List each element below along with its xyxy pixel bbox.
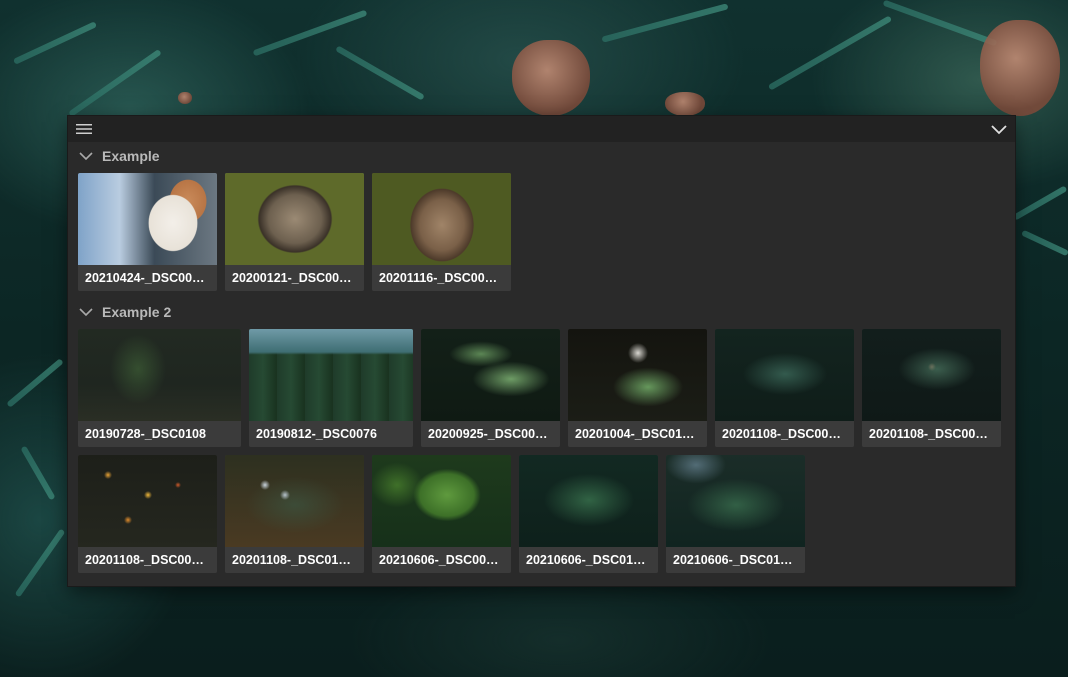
chevron-down-icon xyxy=(79,308,93,317)
wallpaper-pinecone xyxy=(665,92,705,116)
thumbnail-item[interactable]: 20200121-_DSC00… xyxy=(225,173,364,291)
thumbnail-item[interactable]: 20201116-_DSC00… xyxy=(372,173,511,291)
thumbnail-item[interactable]: 20201004-_DSC01… xyxy=(568,329,707,447)
thumbnail-item[interactable]: 20201108-_DSC00… xyxy=(862,329,1001,447)
thumbnail-image xyxy=(78,173,217,265)
wallpaper-needle xyxy=(12,21,98,65)
thumbnail-image xyxy=(249,329,413,421)
section-example: Example 20210424-_DSC00… 20200121-_DSC00… xyxy=(68,142,1015,292)
thumbnail-item[interactable]: 20201108-_DSC01… xyxy=(225,455,364,573)
thumbnail-item[interactable]: 20210606-_DSC01… xyxy=(666,455,805,573)
thumbnail-caption: 20201108-_DSC00… xyxy=(78,547,217,573)
section-title: Example 2 xyxy=(102,304,172,320)
wallpaper-needle xyxy=(252,9,368,57)
section-header-example-2[interactable]: Example 2 xyxy=(78,301,171,323)
thumbnail-item[interactable]: 20210606-_DSC01… xyxy=(519,455,658,573)
image-browser-window: Example 20210424-_DSC00… 20200121-_DSC00… xyxy=(68,116,1015,586)
thumbnail-image xyxy=(78,455,217,547)
thumbnail-caption: 20200121-_DSC00… xyxy=(225,265,364,291)
thumbnail-caption: 20201108-_DSC01… xyxy=(225,547,364,573)
wallpaper-needle xyxy=(767,15,893,91)
wallpaper-pinecone xyxy=(980,20,1060,116)
thumbnail-image xyxy=(372,455,511,547)
hamburger-menu-icon[interactable] xyxy=(76,123,92,135)
thumbnail-image xyxy=(568,329,707,421)
section-example-2: Example 2 20190728-_DSC0108 20190812-_DS… xyxy=(68,298,1015,586)
wallpaper-needle xyxy=(1012,185,1068,221)
section-header-example[interactable]: Example xyxy=(78,145,160,167)
wallpaper-pinecone xyxy=(512,40,590,116)
thumbnail-item[interactable]: 20201108-_DSC00… xyxy=(715,329,854,447)
thumbnail-caption: 20210424-_DSC00… xyxy=(78,265,217,291)
thumbnail-caption: 20210606-_DSC01… xyxy=(666,547,805,573)
thumbnail-image xyxy=(519,455,658,547)
thumbnail-caption: 20201108-_DSC00… xyxy=(862,421,1001,447)
thumbnail-image xyxy=(862,329,1001,421)
thumbnail-caption: 20210606-_DSC00… xyxy=(372,547,511,573)
window-titlebar xyxy=(68,116,1015,142)
wallpaper-needle xyxy=(68,48,162,118)
thumbnail-item[interactable]: 20190728-_DSC0108 xyxy=(78,329,241,447)
wallpaper-needle xyxy=(882,0,998,47)
thumbnail-caption: 20190812-_DSC0076 xyxy=(249,421,413,447)
thumbnail-image xyxy=(225,173,364,265)
thumbnail-caption: 20190728-_DSC0108 xyxy=(78,421,241,447)
wallpaper-needle xyxy=(601,3,729,43)
chevron-down-icon xyxy=(79,152,93,161)
wallpaper-needle xyxy=(6,358,64,408)
thumbnail-caption: 20201116-_DSC00… xyxy=(372,265,511,291)
chevron-down-icon[interactable] xyxy=(989,120,1009,138)
wallpaper-needle xyxy=(20,445,56,501)
thumbnail-image xyxy=(421,329,560,421)
thumbnail-caption: 20201108-_DSC00… xyxy=(715,421,854,447)
thumbnail-image xyxy=(78,329,241,421)
wallpaper-needle xyxy=(1021,229,1068,257)
section-title: Example xyxy=(102,148,160,164)
thumbnail-item[interactable]: 20201108-_DSC00… xyxy=(78,455,217,573)
thumbnail-caption: 20200925-_DSC00… xyxy=(421,421,560,447)
thumbnail-image xyxy=(225,455,364,547)
thumbnail-item[interactable]: 20200925-_DSC00… xyxy=(421,329,560,447)
wallpaper-needle xyxy=(335,45,425,101)
thumbnail-image xyxy=(666,455,805,547)
thumbnail-item[interactable]: 20210606-_DSC00… xyxy=(372,455,511,573)
thumbnail-caption: 20201004-_DSC01… xyxy=(568,421,707,447)
wallpaper-needle xyxy=(14,528,66,598)
thumbnail-item[interactable]: 20190812-_DSC0076 xyxy=(249,329,413,447)
thumbnail-image xyxy=(715,329,854,421)
wallpaper-pinecone xyxy=(178,92,192,104)
thumbnail-caption: 20210606-_DSC01… xyxy=(519,547,658,573)
thumbnail-item[interactable]: 20210424-_DSC00… xyxy=(78,173,217,291)
thumbnail-image xyxy=(372,173,511,265)
